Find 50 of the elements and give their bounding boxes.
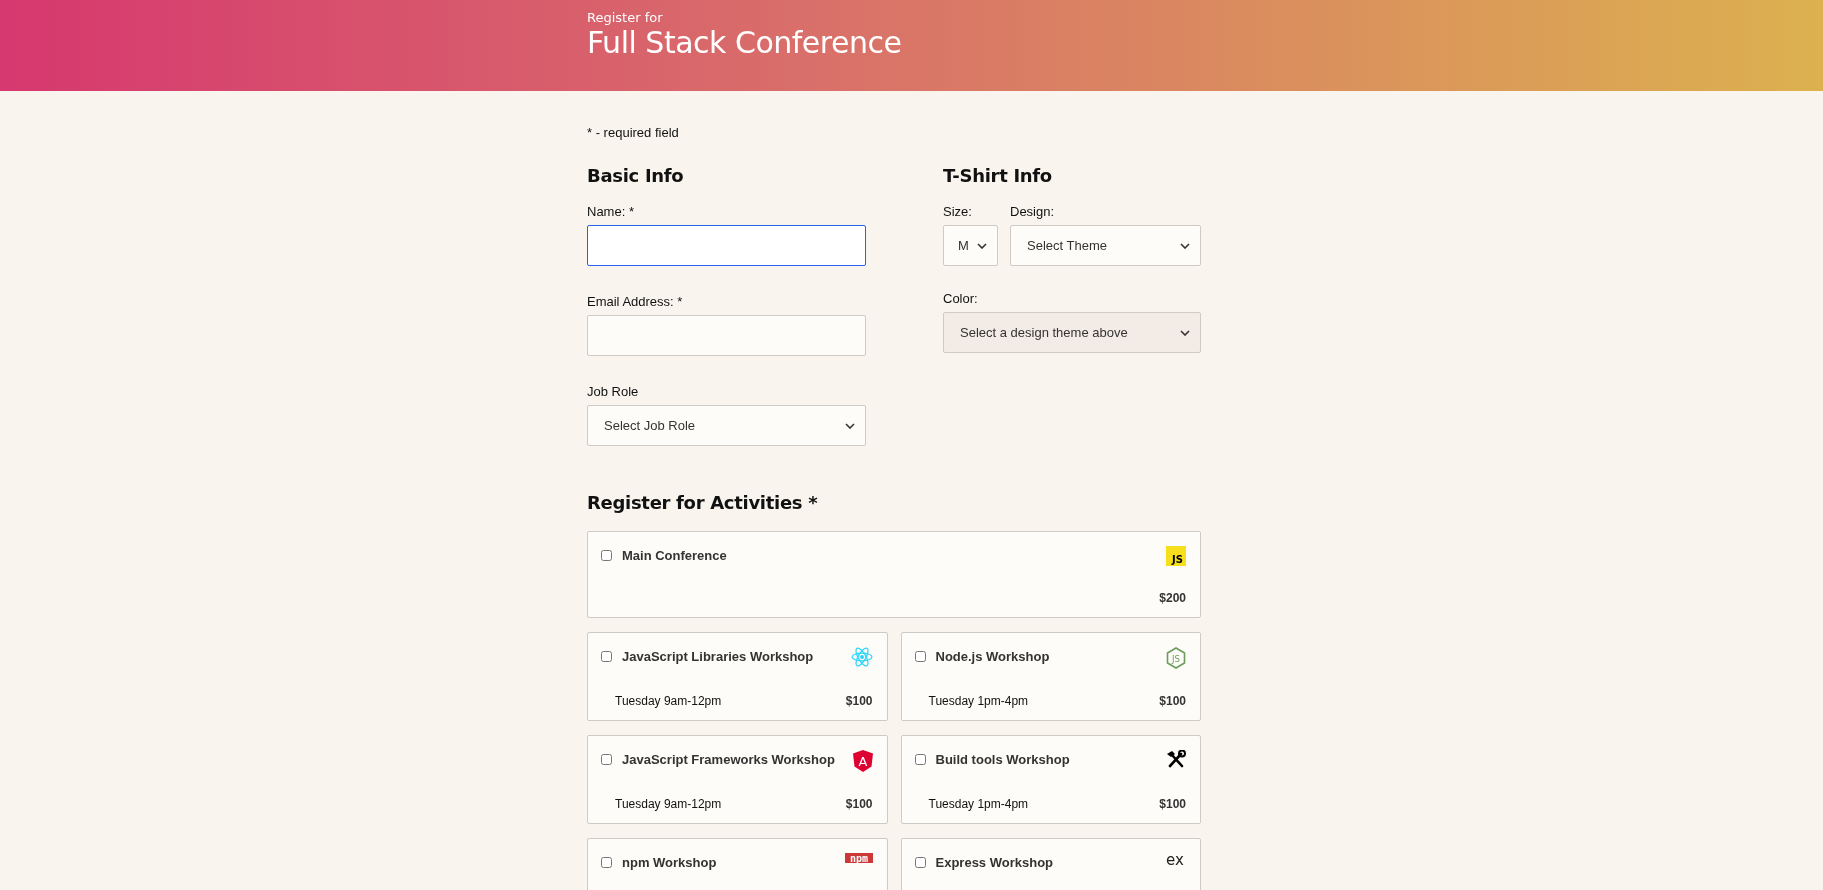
field-label: Design: bbox=[1010, 204, 1056, 219]
section-heading: T-Shirt Info bbox=[943, 165, 1053, 186]
field-label: Color: bbox=[943, 291, 979, 306]
chevron-down-icon bbox=[1180, 242, 1190, 249]
checkbox[interactable] bbox=[601, 550, 612, 561]
activity-price: $100 bbox=[1159, 797, 1186, 811]
activity-title: npm Workshop bbox=[622, 854, 718, 870]
hexagon-logo-icon: JS bbox=[1166, 647, 1186, 669]
checkbox[interactable] bbox=[914, 754, 926, 765]
square-logo-icon: JS bbox=[1166, 546, 1186, 566]
field-label: Email Address: * bbox=[587, 294, 684, 309]
activity-title: Node.js Workshop bbox=[935, 648, 1051, 664]
activity-price: $100 bbox=[845, 797, 873, 811]
select-field[interactable]: Select Job Role bbox=[587, 405, 866, 446]
chevron-down-icon bbox=[1180, 329, 1190, 336]
section-heading: Basic Info bbox=[587, 165, 685, 186]
field-label: Job Role bbox=[587, 384, 640, 399]
activity-title: Build tools Workshop bbox=[935, 751, 1071, 767]
activity-price: $100 bbox=[845, 694, 873, 708]
activity-price: $100 bbox=[1159, 694, 1186, 708]
logo-icon: ex bbox=[1164, 853, 1186, 867]
select-field[interactable]: M bbox=[943, 225, 998, 266]
atom-icon bbox=[850, 647, 873, 667]
activity-time: Tuesday 1pm-4pm bbox=[928, 797, 1029, 811]
field-label: Name: * bbox=[587, 204, 635, 219]
checkbox[interactable] bbox=[601, 651, 612, 662]
shield-logo-icon: A bbox=[852, 750, 873, 772]
activity-title: JavaScript Frameworks Workshop bbox=[622, 751, 836, 767]
activity-price: $200 bbox=[1159, 591, 1186, 605]
header-subtitle: Register for bbox=[587, 10, 663, 25]
activity-time: Tuesday 1pm-4pm bbox=[928, 694, 1029, 708]
activity-time: Tuesday 9am-12pm bbox=[615, 694, 722, 708]
input-field[interactable] bbox=[587, 225, 866, 266]
chevron-down-icon bbox=[977, 242, 987, 249]
field-label: Size: bbox=[943, 204, 973, 219]
page-title: Full Stack Conference bbox=[587, 25, 902, 60]
checkbox[interactable] bbox=[914, 651, 926, 662]
npm-logo-icon: npm bbox=[844, 853, 873, 865]
select-field[interactable]: Select Theme bbox=[1010, 225, 1201, 266]
activity-title: Main Conference bbox=[622, 547, 728, 563]
checkbox[interactable] bbox=[914, 857, 926, 868]
activity-title: JavaScript Libraries Workshop bbox=[622, 648, 815, 664]
activity-title: Express Workshop bbox=[935, 854, 1055, 870]
section-heading: Register for Activities * bbox=[587, 492, 819, 513]
required-note: * - required field bbox=[587, 125, 679, 140]
hammer-wrench-icon bbox=[1166, 750, 1186, 768]
activity-time: Tuesday 9am-12pm bbox=[615, 797, 722, 811]
chevron-down-icon bbox=[845, 422, 855, 429]
checkbox[interactable] bbox=[601, 857, 612, 868]
checkbox[interactable] bbox=[601, 754, 612, 765]
